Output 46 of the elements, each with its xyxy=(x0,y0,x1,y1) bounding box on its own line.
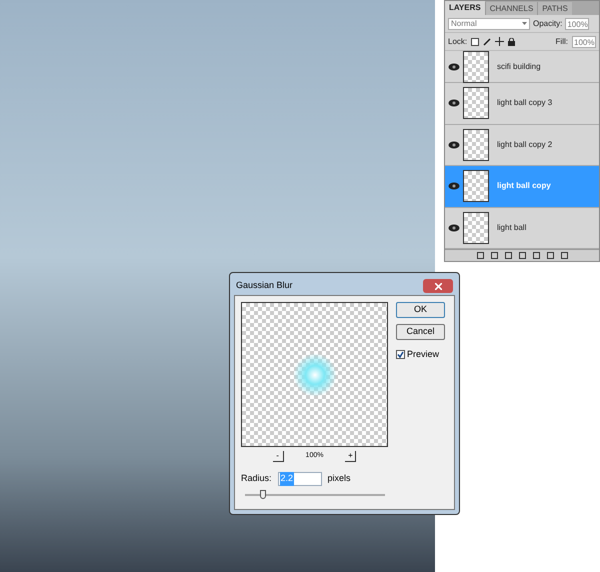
panel-tab[interactable]: LAYERS xyxy=(445,1,485,15)
layer-name: light ball copy 3 xyxy=(497,97,552,110)
layer-name: light ball copy 2 xyxy=(497,138,552,151)
eye-icon[interactable] xyxy=(448,62,460,70)
preview-label: Preview xyxy=(407,348,440,361)
lock-icon[interactable] xyxy=(508,38,516,46)
layer-row[interactable]: scifi building xyxy=(445,51,599,83)
layer-thumbnail xyxy=(463,51,489,82)
eye-icon[interactable] xyxy=(448,182,460,190)
layer-name: light ball xyxy=(497,222,526,234)
unit-label: pixels xyxy=(328,472,351,486)
close-button[interactable] xyxy=(423,279,453,293)
radius-value: 2.2 xyxy=(280,472,294,486)
dialog-button[interactable]: Cancel xyxy=(396,324,445,340)
layer-name: scifi building xyxy=(497,60,541,72)
lock-pixels-icon[interactable] xyxy=(471,38,480,46)
slider-thumb[interactable] xyxy=(260,490,266,499)
blend-mode-value: Normal xyxy=(451,18,477,30)
layer-thumbnail xyxy=(463,87,489,120)
layer-thumbnail xyxy=(463,170,489,202)
preview-checkbox[interactable] xyxy=(396,350,405,360)
opacity-field[interactable]: 100% xyxy=(565,18,590,30)
close-icon xyxy=(434,282,442,290)
dialog-button[interactable]: OK xyxy=(396,302,445,318)
lock-label: Lock: xyxy=(448,36,468,48)
fill-label: Fill: xyxy=(556,36,568,48)
radius-label: Radius: xyxy=(241,472,272,486)
opacity-label: Opacity: xyxy=(533,18,562,30)
layer-thumbnail xyxy=(463,212,489,244)
zoom-out-button[interactable]: - xyxy=(272,451,284,462)
eye-icon[interactable] xyxy=(448,224,460,232)
layer-thumbnail xyxy=(463,128,489,161)
panel-tab[interactable]: PATHS xyxy=(537,2,572,15)
brush-icon[interactable] xyxy=(483,38,492,46)
dialog-title: Gaussian Blur xyxy=(236,279,293,292)
move-icon[interactable] xyxy=(495,37,504,46)
panel-tab[interactable]: CHANNELS xyxy=(484,2,538,15)
caret-icon xyxy=(522,22,527,25)
fill-field[interactable]: 100% xyxy=(572,36,596,48)
layer-name: light ball copy xyxy=(497,180,551,192)
layer-row[interactable]: light ball copy 3 xyxy=(445,83,599,124)
zoom-in-button[interactable]: + xyxy=(345,451,356,462)
glow-drawing xyxy=(292,352,336,396)
eye-icon[interactable] xyxy=(448,99,460,108)
eye-icon[interactable] xyxy=(448,140,460,149)
blend-mode-dropdown[interactable]: Normal xyxy=(448,18,530,30)
